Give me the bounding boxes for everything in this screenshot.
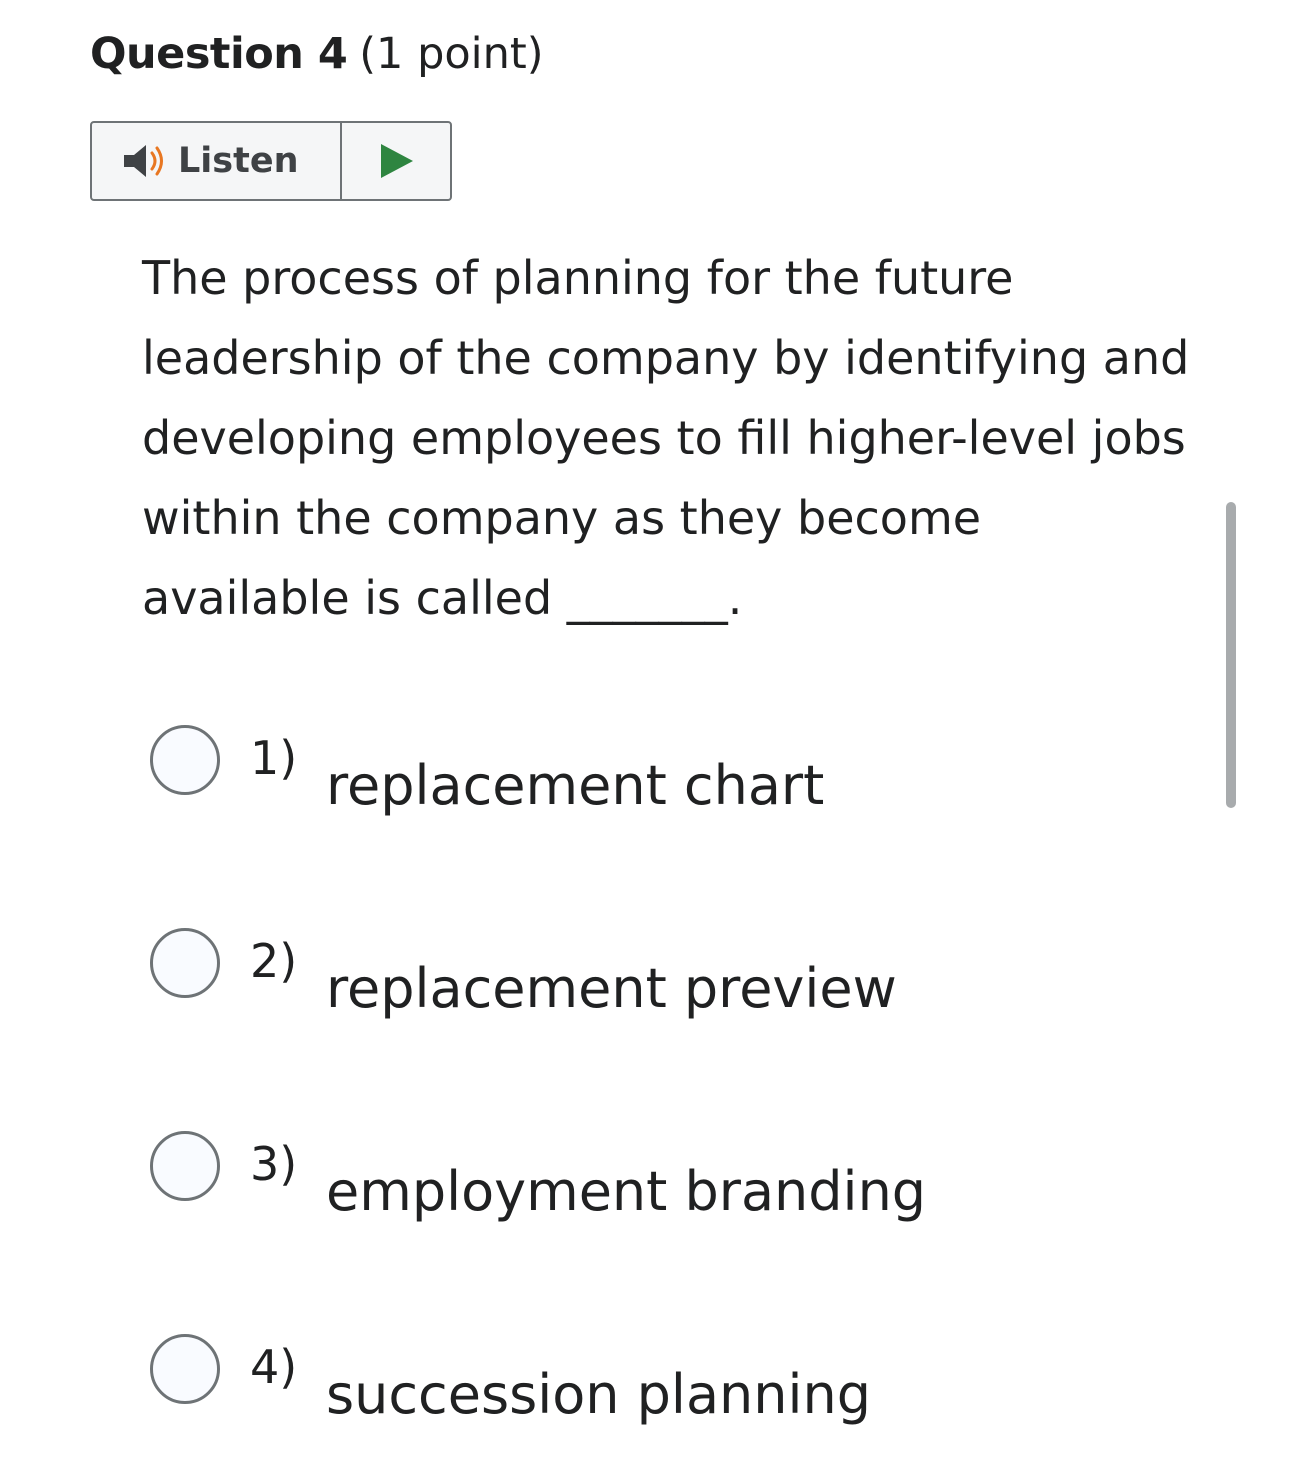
choice-text: replacement preview: [326, 957, 897, 1020]
choice-text: succession planning: [326, 1363, 871, 1426]
scrollbar-thumb[interactable]: [1226, 502, 1236, 808]
play-icon: [381, 144, 413, 178]
choice-text: replacement chart: [326, 754, 825, 817]
choice-2[interactable]: 2) replacement preview: [150, 923, 1050, 1020]
question-text: The process of planning for the future l…: [142, 251, 1190, 625]
choice-4[interactable]: 4) succession planning: [150, 1329, 1050, 1426]
listen-label: Listen: [178, 141, 299, 181]
choice-number: 2): [250, 934, 298, 988]
question-label: Question 4: [90, 29, 348, 79]
radio-button[interactable]: [150, 928, 220, 998]
play-button[interactable]: [342, 123, 450, 199]
radio-button[interactable]: [150, 1131, 220, 1201]
choice-3[interactable]: 3) employment branding: [150, 1126, 1050, 1223]
choice-1[interactable]: 1) replacement chart: [150, 720, 1050, 817]
radio-button[interactable]: [150, 725, 220, 795]
choice-number: 1): [250, 731, 298, 785]
radio-button[interactable]: [150, 1334, 220, 1404]
choice-number: 4): [250, 1340, 298, 1394]
listen-button[interactable]: Listen: [92, 123, 342, 199]
read-aloud-widget: Listen: [90, 121, 452, 201]
speaker-icon: [124, 145, 163, 177]
question-points: (1 point): [359, 29, 544, 79]
choice-number: 3): [250, 1137, 298, 1191]
question-header: Question 4 (1 point): [90, 24, 544, 84]
choice-text: employment branding: [326, 1160, 927, 1223]
